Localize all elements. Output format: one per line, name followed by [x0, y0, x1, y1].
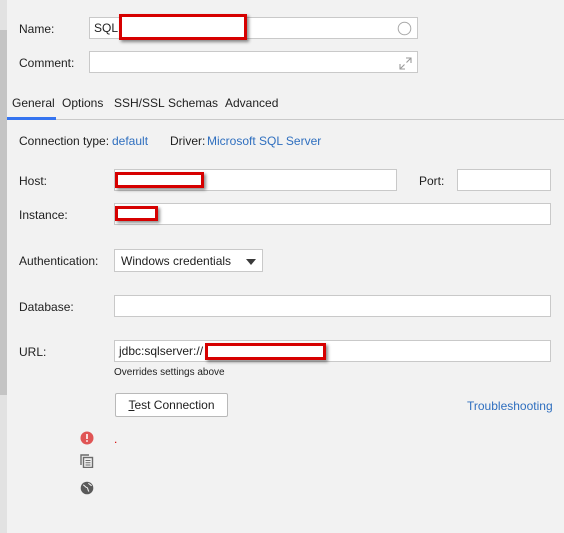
tab-general[interactable]: General: [12, 96, 55, 110]
connection-type-link[interactable]: default: [112, 134, 148, 148]
expand-icon[interactable]: [399, 57, 412, 70]
connection-type-label: Connection type:: [19, 134, 110, 148]
database-label: Database:: [19, 300, 74, 314]
redaction-url: [205, 343, 326, 360]
redaction-host: [115, 172, 204, 188]
database-input[interactable]: [114, 295, 551, 317]
copy-icon[interactable]: [80, 454, 94, 468]
tab-advanced[interactable]: Advanced: [225, 96, 278, 110]
chevron-down-icon: [246, 259, 256, 265]
redaction-name: [119, 14, 247, 40]
tab-active-indicator: [7, 117, 56, 120]
troubleshooting-link[interactable]: Troubleshooting: [467, 399, 553, 413]
tab-options[interactable]: Options: [62, 96, 103, 110]
url-label: URL:: [19, 345, 47, 359]
instance-input[interactable]: [114, 203, 551, 225]
driver-label: Driver:: [170, 134, 206, 148]
name-label: Name:: [19, 22, 55, 36]
status-message: .: [114, 432, 118, 446]
authentication-value: Windows credentials: [121, 254, 232, 268]
left-scrollbar[interactable]: [0, 0, 7, 533]
globe-icon[interactable]: [80, 481, 94, 495]
driver-link[interactable]: Microsoft SQL Server: [207, 134, 321, 148]
test-connection-label: Test Connection: [128, 398, 215, 412]
redaction-instance: [115, 206, 158, 221]
authentication-select[interactable]: Windows credentials: [114, 249, 263, 272]
tab-divider: [7, 119, 564, 120]
port-label: Port:: [419, 174, 445, 188]
comment-input[interactable]: [89, 51, 418, 73]
name-value: SQL: [94, 21, 119, 35]
test-connection-button[interactable]: Test Connection: [115, 393, 228, 417]
url-value: jdbc:sqlserver://: [119, 344, 204, 358]
scrollbar-thumb[interactable]: [0, 30, 7, 395]
tab-schemas[interactable]: Schemas: [168, 96, 218, 110]
circle-icon[interactable]: [397, 21, 412, 36]
comment-label: Comment:: [19, 56, 75, 70]
host-label: Host:: [19, 174, 48, 188]
instance-label: Instance:: [19, 208, 68, 222]
error-icon: [80, 431, 94, 445]
tab-ssh-ssl[interactable]: SSH/SSL: [114, 96, 165, 110]
port-input[interactable]: [457, 169, 551, 191]
url-hint: Overrides settings above: [114, 367, 225, 378]
url-input[interactable]: jdbc:sqlserver://: [114, 340, 551, 362]
authentication-label: Authentication:: [19, 254, 99, 268]
